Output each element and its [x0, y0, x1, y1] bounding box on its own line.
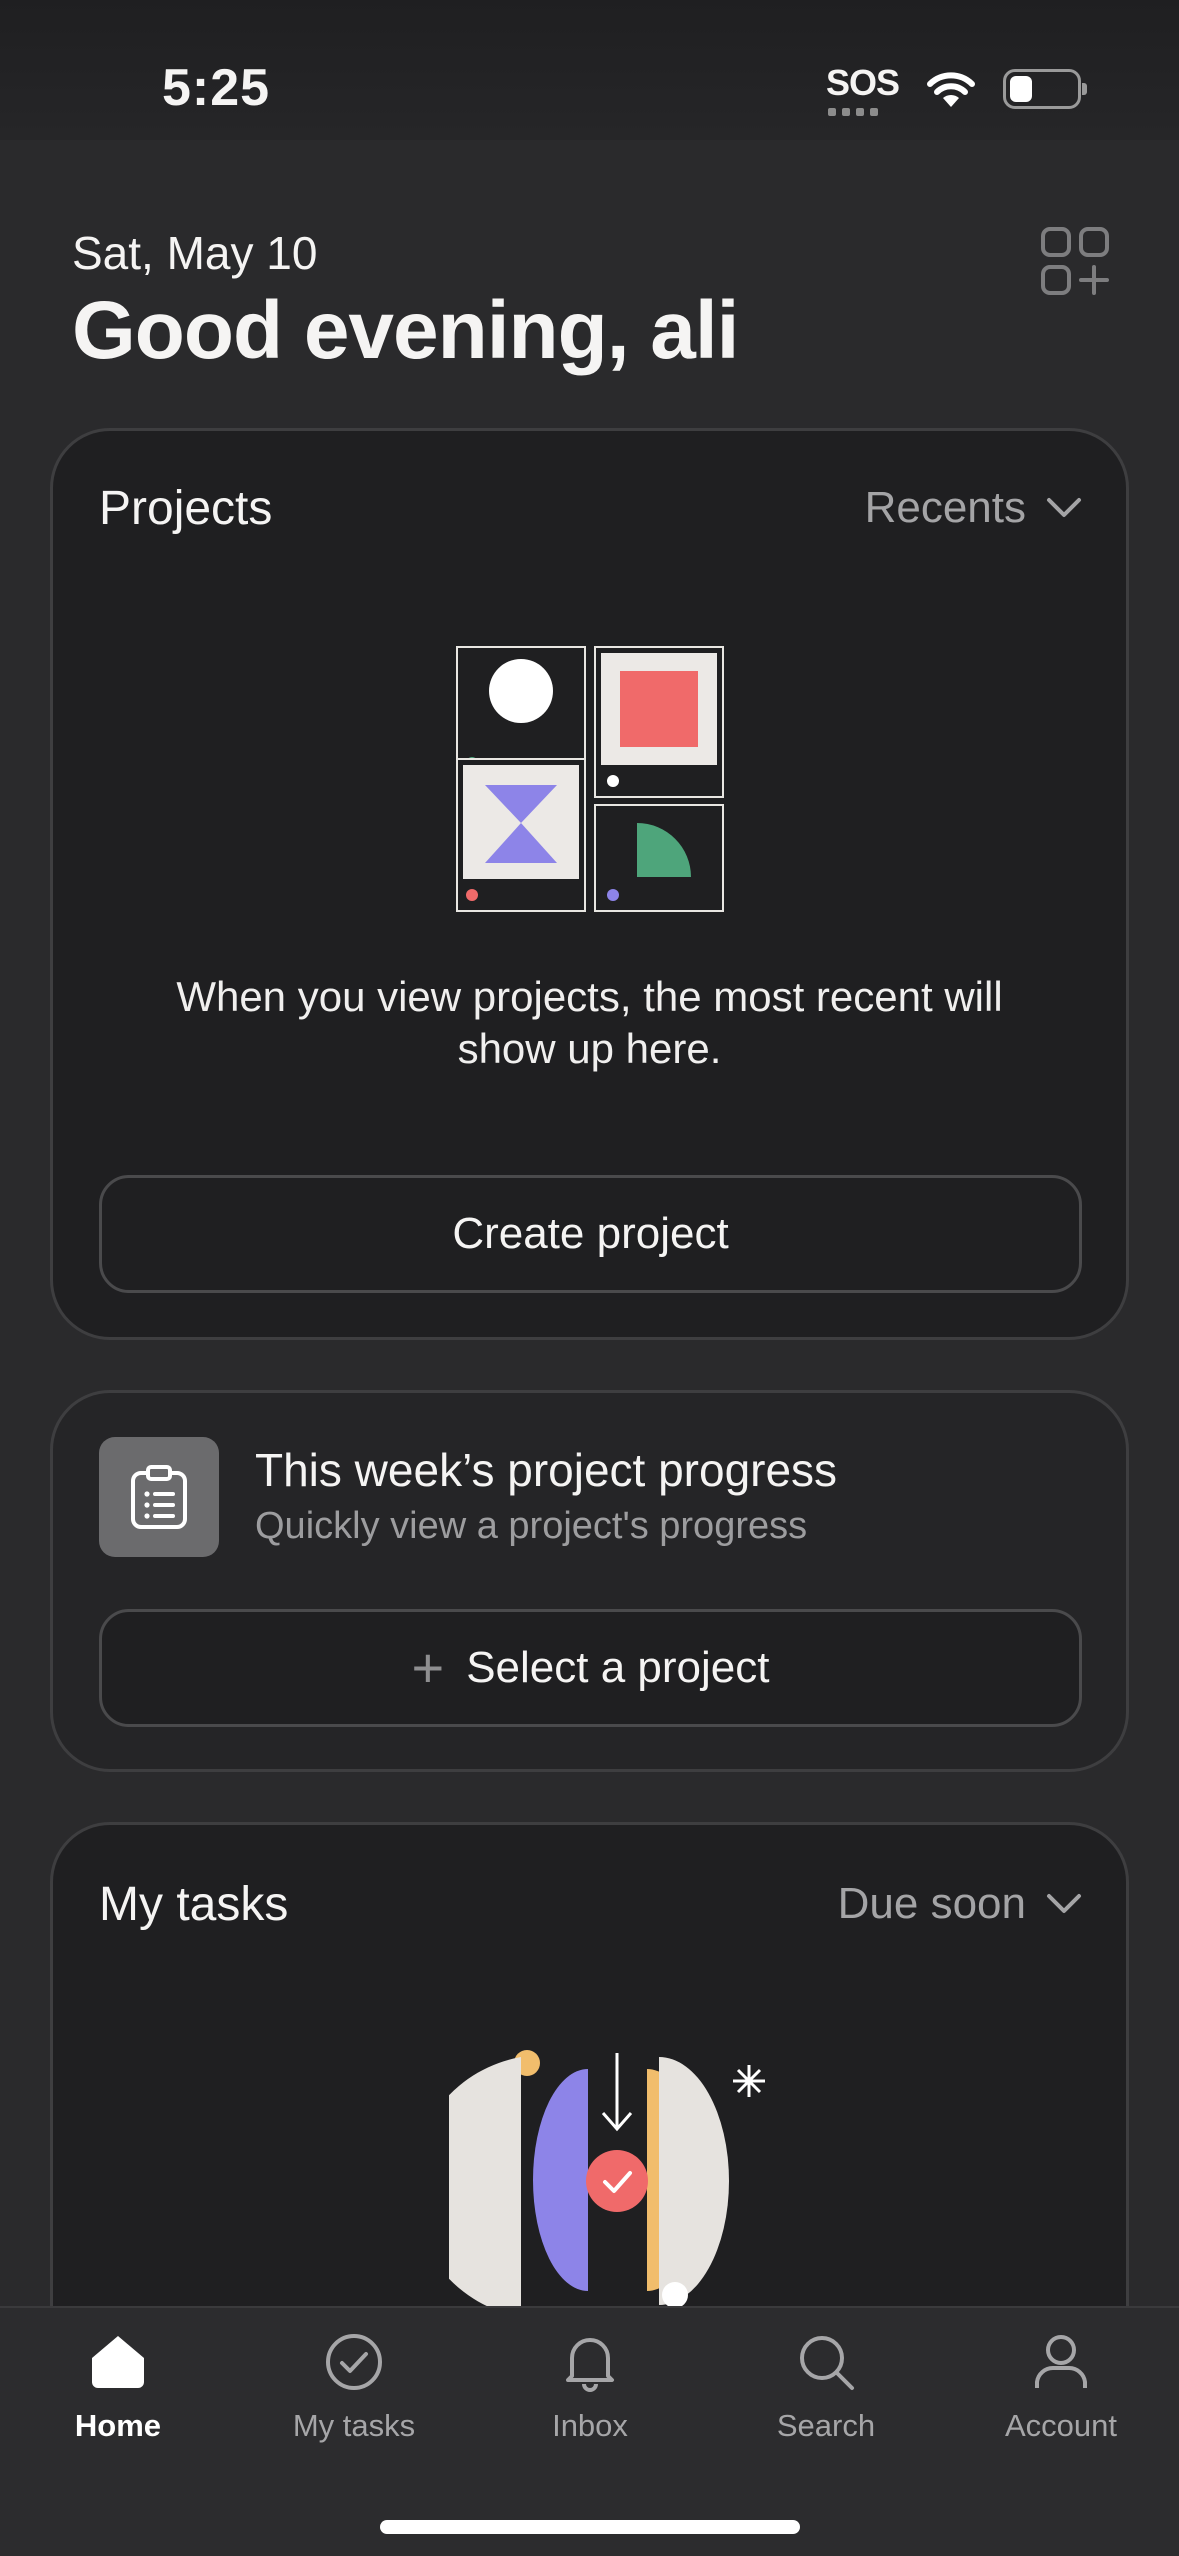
- chevron-down-icon: [1047, 1894, 1081, 1913]
- select-project-button[interactable]: + Select a project: [99, 1609, 1082, 1727]
- projects-empty-illustration: [456, 646, 724, 912]
- greeting-title: Good evening, ali: [72, 285, 739, 376]
- nav-my-tasks-label: My tasks: [292, 2408, 416, 2443]
- nav-home-label: Home: [74, 2408, 162, 2443]
- nav-inbox[interactable]: Inbox: [472, 2330, 708, 2444]
- nav-my-tasks[interactable]: My tasks: [236, 2330, 472, 2444]
- home-icon: [92, 2336, 144, 2388]
- tasks-title: My tasks: [99, 1878, 289, 1931]
- create-project-button[interactable]: Create project: [99, 1175, 1082, 1293]
- projects-empty-text: When you view projects, the most recent …: [53, 971, 1126, 1075]
- nav-search[interactable]: Search: [708, 2330, 944, 2444]
- nav-account[interactable]: Account: [943, 2330, 1179, 2444]
- nav-home[interactable]: Home: [0, 2330, 236, 2444]
- projects-empty-line2: show up here.: [457, 1025, 722, 1072]
- status-time: 5:25: [162, 59, 271, 117]
- wifi-icon: [927, 72, 975, 107]
- user-icon: [1035, 2335, 1087, 2388]
- projects-card: Projects Recents When you view projects,…: [50, 428, 1129, 1340]
- sos-indicator: SOS: [825, 62, 900, 116]
- nav-account-label: Account: [1004, 2408, 1117, 2443]
- tasks-empty-illustration: [449, 2050, 765, 2311]
- customize-widgets-icon[interactable]: [1040, 226, 1110, 296]
- projects-filter-label: Recents: [864, 483, 1026, 532]
- search-icon: [800, 2336, 854, 2390]
- progress-title: This week’s project progress: [255, 1444, 838, 1496]
- plus-icon: +: [411, 1636, 445, 1699]
- projects-empty-line1: When you view projects, the most recent …: [176, 973, 1003, 1020]
- check-circle-icon: [326, 2334, 382, 2390]
- battery-icon: [1003, 69, 1087, 109]
- tasks-filter-dropdown[interactable]: Due soon: [838, 1879, 1082, 1929]
- clipboard-icon: [99, 1437, 219, 1557]
- progress-subtitle: Quickly view a project's progress: [255, 1505, 808, 1547]
- projects-filter-dropdown[interactable]: Recents: [865, 483, 1082, 533]
- home-indicator: [380, 2520, 800, 2534]
- chevron-down-icon: [1047, 498, 1081, 517]
- bottom-nav: Home My tasks Inbox Search Account: [0, 2306, 1179, 2556]
- nav-inbox-label: Inbox: [552, 2408, 628, 2443]
- status-bar: 5:25 SOS: [0, 0, 1179, 140]
- sos-label: SOS: [825, 62, 900, 103]
- nav-search-label: Search: [776, 2408, 876, 2443]
- project-progress-card: This week’s project progress Quickly vie…: [50, 1390, 1129, 1772]
- projects-title: Projects: [99, 482, 273, 535]
- signal-dots: [827, 108, 878, 116]
- status-indicators: SOS: [825, 62, 1087, 116]
- date-label: Sat, May 10: [72, 227, 318, 279]
- bell-icon: [566, 2338, 614, 2392]
- tasks-filter-label: Due soon: [837, 1879, 1026, 1928]
- select-project-label: Select a project: [466, 1643, 770, 1692]
